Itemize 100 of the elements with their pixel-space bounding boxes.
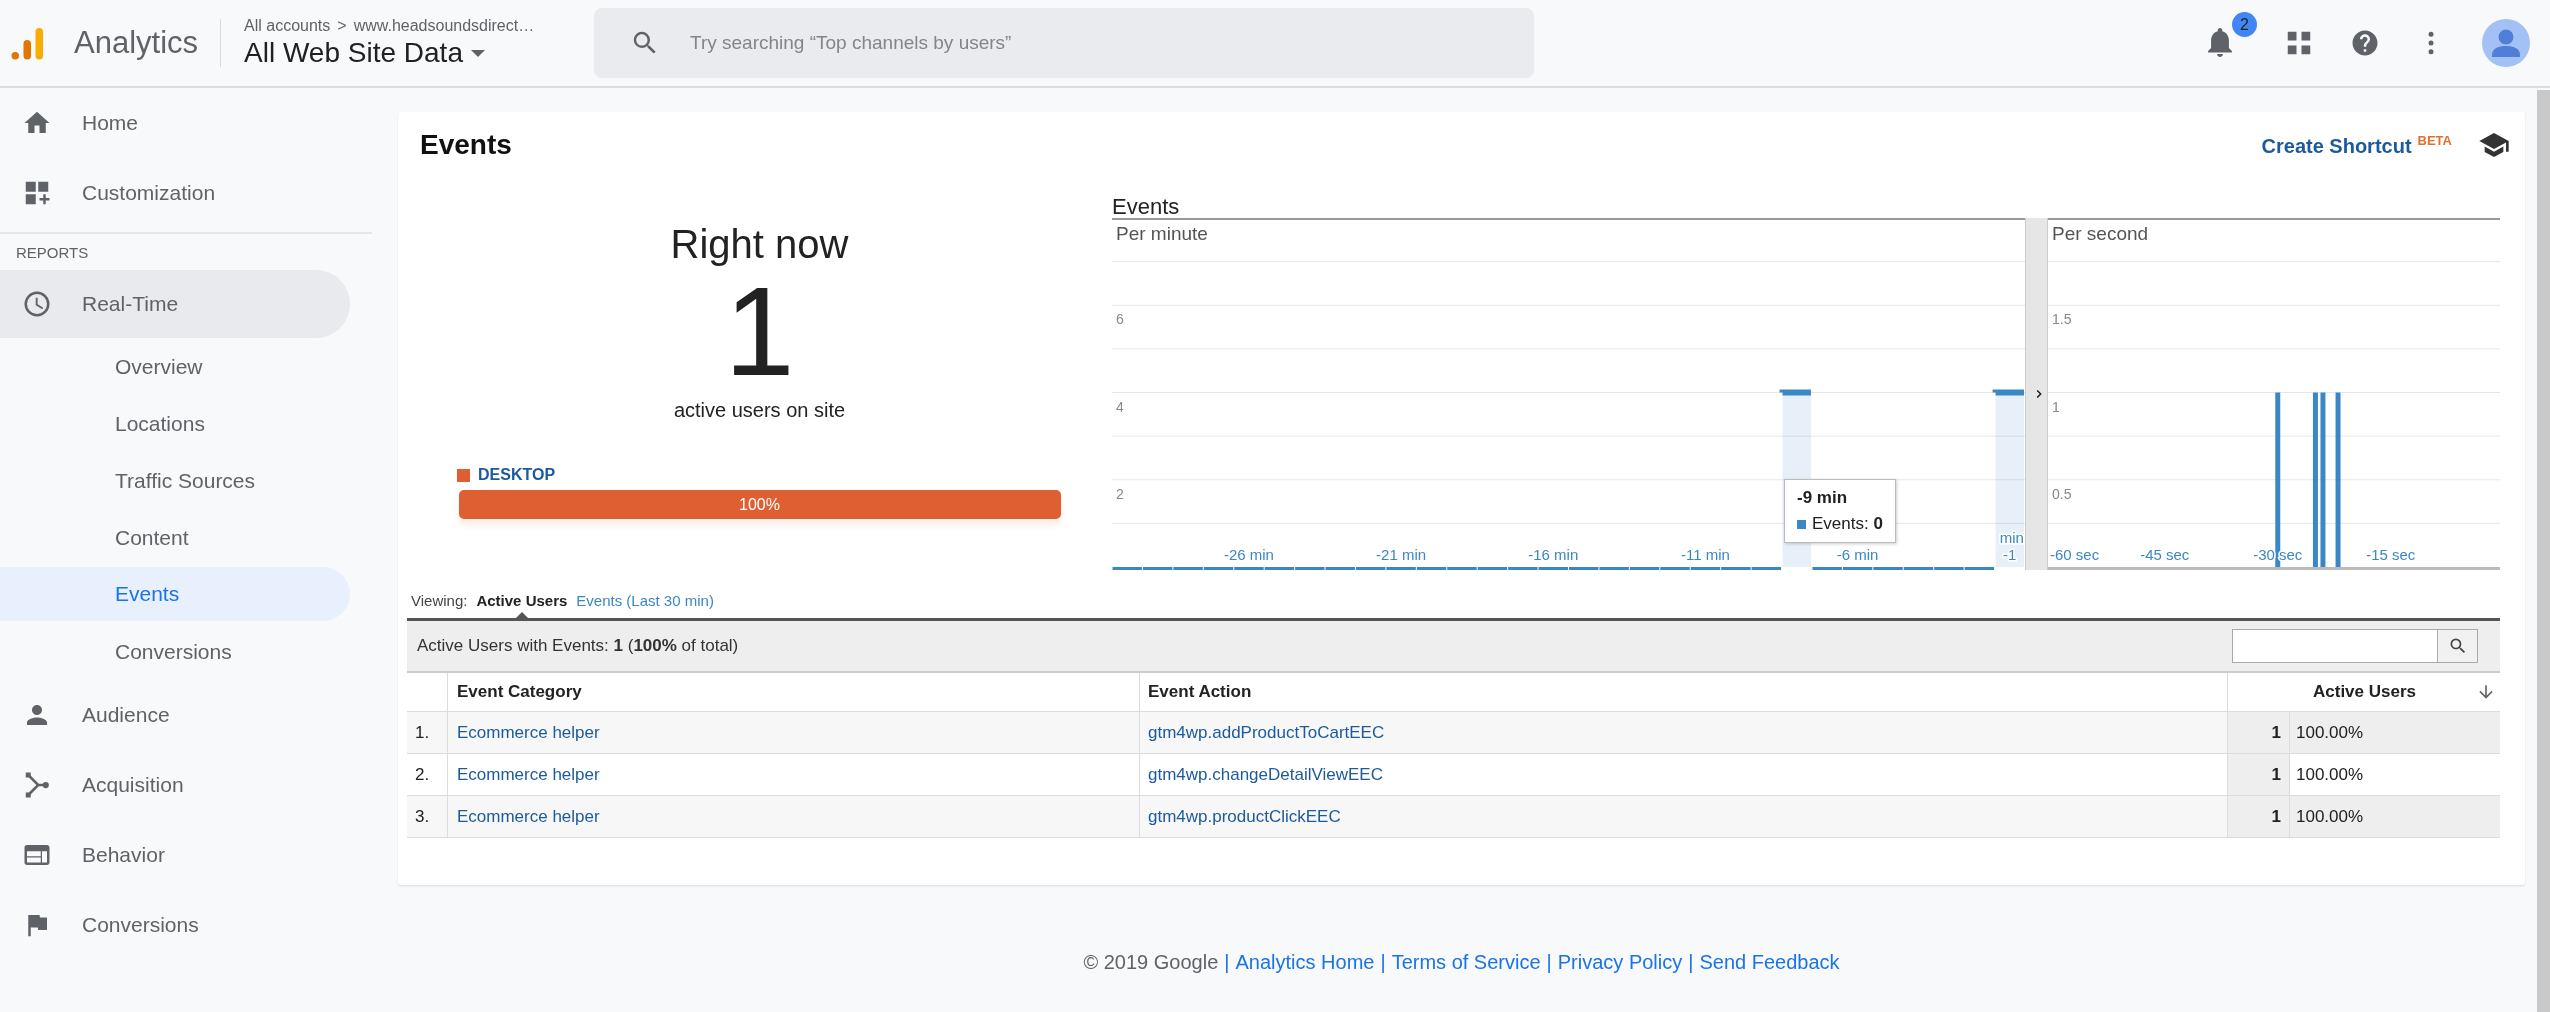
chart-bar[interactable] xyxy=(2275,392,2281,567)
footer-link[interactable]: Send Feedback xyxy=(1699,951,1840,974)
chart-bar[interactable] xyxy=(2335,392,2341,567)
table-cell: 1 xyxy=(2228,754,2290,795)
splitter-handle[interactable] xyxy=(2025,218,2048,570)
footer-link[interactable]: Privacy Policy xyxy=(1557,951,1683,974)
separator: | xyxy=(1688,951,1694,974)
clock-icon xyxy=(22,289,52,319)
caret-down-icon[interactable] xyxy=(470,49,485,57)
chart-bar[interactable] xyxy=(1173,567,1203,570)
x-tick-label: -15 sec xyxy=(2366,546,2416,563)
app-name: Analytics xyxy=(74,25,199,61)
chart-bar[interactable] xyxy=(1569,567,1599,570)
active-user-count: 1 xyxy=(724,273,795,391)
chart-bar[interactable] xyxy=(1203,567,1234,570)
chart-bar[interactable] xyxy=(1873,567,1903,570)
table-link[interactable]: gtm4wp.productClickEEC xyxy=(1148,806,1341,827)
chart-bar[interactable] xyxy=(1599,567,1629,570)
notification-badge: 2 xyxy=(2232,12,2257,37)
table-link[interactable]: gtm4wp.changeDetailViewEEC xyxy=(1148,764,1383,785)
nav-subitem[interactable]: Overview xyxy=(0,338,350,395)
table-link[interactable]: gtm4wp.addProductToCartEEC xyxy=(1148,722,1385,743)
search-input[interactable]: Try searching “Top channels by users” xyxy=(688,31,1535,55)
chart-bar[interactable] xyxy=(1264,567,1295,570)
chart-bar[interactable] xyxy=(1142,567,1173,570)
chart-bar[interactable] xyxy=(1355,567,1386,570)
chart-bar[interactable] xyxy=(1721,567,1751,570)
chart-bar[interactable] xyxy=(1477,567,1508,570)
nav-item[interactable]: Conversions xyxy=(0,890,350,960)
breadcrumb-link[interactable]: www.headsoundsdirect… xyxy=(353,17,535,35)
table-cell: 1 xyxy=(2228,796,2290,837)
chart-bar[interactable] xyxy=(1325,567,1355,570)
chart-title: Events xyxy=(1112,193,1181,218)
x-tick-label: -1 min xyxy=(1999,529,2024,563)
chart-bar[interactable] xyxy=(1447,567,1477,570)
y-tick-label: 2 xyxy=(1116,485,1124,502)
x-tick-label: -11 min xyxy=(1681,546,1730,563)
chart-bar[interactable] xyxy=(1751,567,1782,570)
chart-bar[interactable] xyxy=(1416,567,1447,570)
nav-subitem[interactable]: Content xyxy=(0,509,350,566)
table-link[interactable]: Ecommerce helper xyxy=(457,722,600,743)
nav-item[interactable]: Customization xyxy=(0,158,350,228)
table-cell: 1 xyxy=(2228,712,2290,753)
column-header[interactable]: Active Users xyxy=(2313,682,2416,702)
footer-link[interactable]: Terms of Service xyxy=(1391,951,1541,974)
view-tab[interactable]: Active Users xyxy=(476,592,568,618)
table-search-field[interactable] xyxy=(2232,629,2438,663)
view-tab[interactable]: Events (Last 30 min) xyxy=(576,592,714,609)
chart-bar[interactable] xyxy=(1992,389,2025,570)
avatar-icon[interactable] xyxy=(2482,19,2530,67)
chart-bar[interactable] xyxy=(1812,567,1842,570)
table-cell-text: 100.00% xyxy=(2295,763,2365,786)
table-summary: Active Users with Events: 1 (100% of total) xyxy=(417,636,739,656)
device-label: DESKTOP xyxy=(478,466,556,484)
table-cell: 100.00% xyxy=(2290,712,2500,753)
bell-icon[interactable] xyxy=(2208,28,2232,57)
table-link[interactable]: Ecommerce helper xyxy=(457,764,600,785)
nav-subitem[interactable]: Events xyxy=(0,567,350,621)
chart-bar[interactable] xyxy=(1508,567,1538,570)
caption: active users on site xyxy=(673,399,846,422)
y-tick-label: 1 xyxy=(2052,398,2060,415)
chart-bar[interactable] xyxy=(1386,567,1416,570)
nav-subitem[interactable]: Traffic Sources xyxy=(0,452,350,509)
view-selector[interactable]: All Web Site Data xyxy=(244,37,595,69)
nav-subitem[interactable]: Locations xyxy=(0,395,350,452)
chart-bar[interactable] xyxy=(1629,567,1660,570)
chart-bar[interactable] xyxy=(1538,567,1568,570)
column-header[interactable]: Event Category xyxy=(448,673,1140,711)
scrollbar[interactable] xyxy=(2537,90,2550,1012)
nav-subitem[interactable]: Conversions xyxy=(0,623,350,680)
tooltip-text: Events: 0 xyxy=(1812,514,1883,534)
nav-item[interactable]: Real-Time xyxy=(0,270,350,338)
chart-bar[interactable] xyxy=(1903,567,1934,570)
chart-bar[interactable] xyxy=(1112,567,1142,570)
nav-item[interactable]: Behavior xyxy=(0,820,350,890)
nav-item[interactable]: Acquisition xyxy=(0,750,350,820)
create-shortcut-link[interactable]: Create Shortcut $^{BETA}$ xyxy=(2261,132,2452,158)
chart-bar[interactable] xyxy=(2312,392,2318,567)
search-button[interactable] xyxy=(2438,629,2478,663)
chart-bar[interactable] xyxy=(1234,567,1264,570)
chart-bar[interactable] xyxy=(1660,567,1690,570)
footer-link[interactable]: Analytics Home xyxy=(1235,951,1375,974)
help-icon[interactable] xyxy=(2350,28,2380,58)
column-header[interactable]: Event Action xyxy=(1140,673,2228,711)
nav-item[interactable]: Audience xyxy=(0,680,350,750)
chart-label: Per minute xyxy=(1116,223,1208,244)
chart-bar[interactable] xyxy=(1690,567,1721,570)
x-tick-label: -45 sec xyxy=(2140,546,2190,563)
x-tick-label: -26 min xyxy=(1223,546,1274,563)
chart-bar[interactable] xyxy=(2320,392,2326,567)
chart-bar[interactable] xyxy=(1964,567,1995,570)
chart-bar[interactable] xyxy=(1295,567,1325,570)
viewing-label: Viewing: xyxy=(411,592,468,609)
nav-item[interactable]: Home xyxy=(0,88,350,158)
chart-bar[interactable] xyxy=(1842,567,1873,570)
breadcrumb-link[interactable]: All accounts xyxy=(244,17,331,35)
table-link[interactable]: Ecommerce helper xyxy=(457,806,600,827)
report-title: Events xyxy=(420,129,512,161)
chart-bar[interactable] xyxy=(1934,567,1964,570)
search-bar[interactable]: Try searching “Top channels by users” xyxy=(594,8,1535,78)
